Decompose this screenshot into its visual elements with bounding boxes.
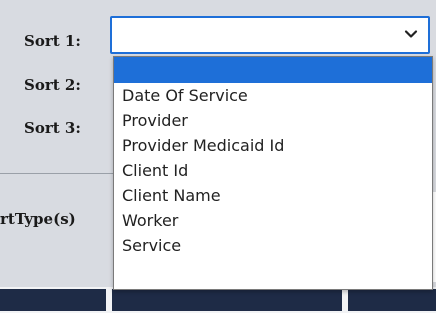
chevron-down-icon <box>404 30 418 38</box>
sort-type-label: rtType(s) <box>0 210 76 228</box>
dropdown-option-worker[interactable]: Worker <box>114 208 432 233</box>
dropdown-option-client-name[interactable]: Client Name <box>114 183 432 208</box>
sort-1-dropdown-list: Date Of Service Provider Provider Medica… <box>113 56 433 290</box>
sort-1-label: Sort 1: <box>24 32 81 50</box>
dropdown-option-provider-medicaid-id[interactable]: Provider Medicaid Id <box>114 133 432 158</box>
sort-3-label: Sort 3: <box>24 119 81 137</box>
bottom-button-3[interactable] <box>348 289 436 311</box>
dropdown-option-provider[interactable]: Provider <box>114 108 432 133</box>
dropdown-option-blank[interactable] <box>114 57 432 83</box>
dropdown-option-service[interactable]: Service <box>114 233 432 258</box>
bottom-button-2[interactable] <box>112 289 342 311</box>
dropdown-option-client-id[interactable]: Client Id <box>114 158 432 183</box>
sort-2-label: Sort 2: <box>24 76 81 94</box>
bottom-button-1[interactable] <box>0 289 106 311</box>
sort-1-select[interactable] <box>110 16 430 54</box>
dropdown-option-date-of-service[interactable]: Date Of Service <box>114 83 432 108</box>
